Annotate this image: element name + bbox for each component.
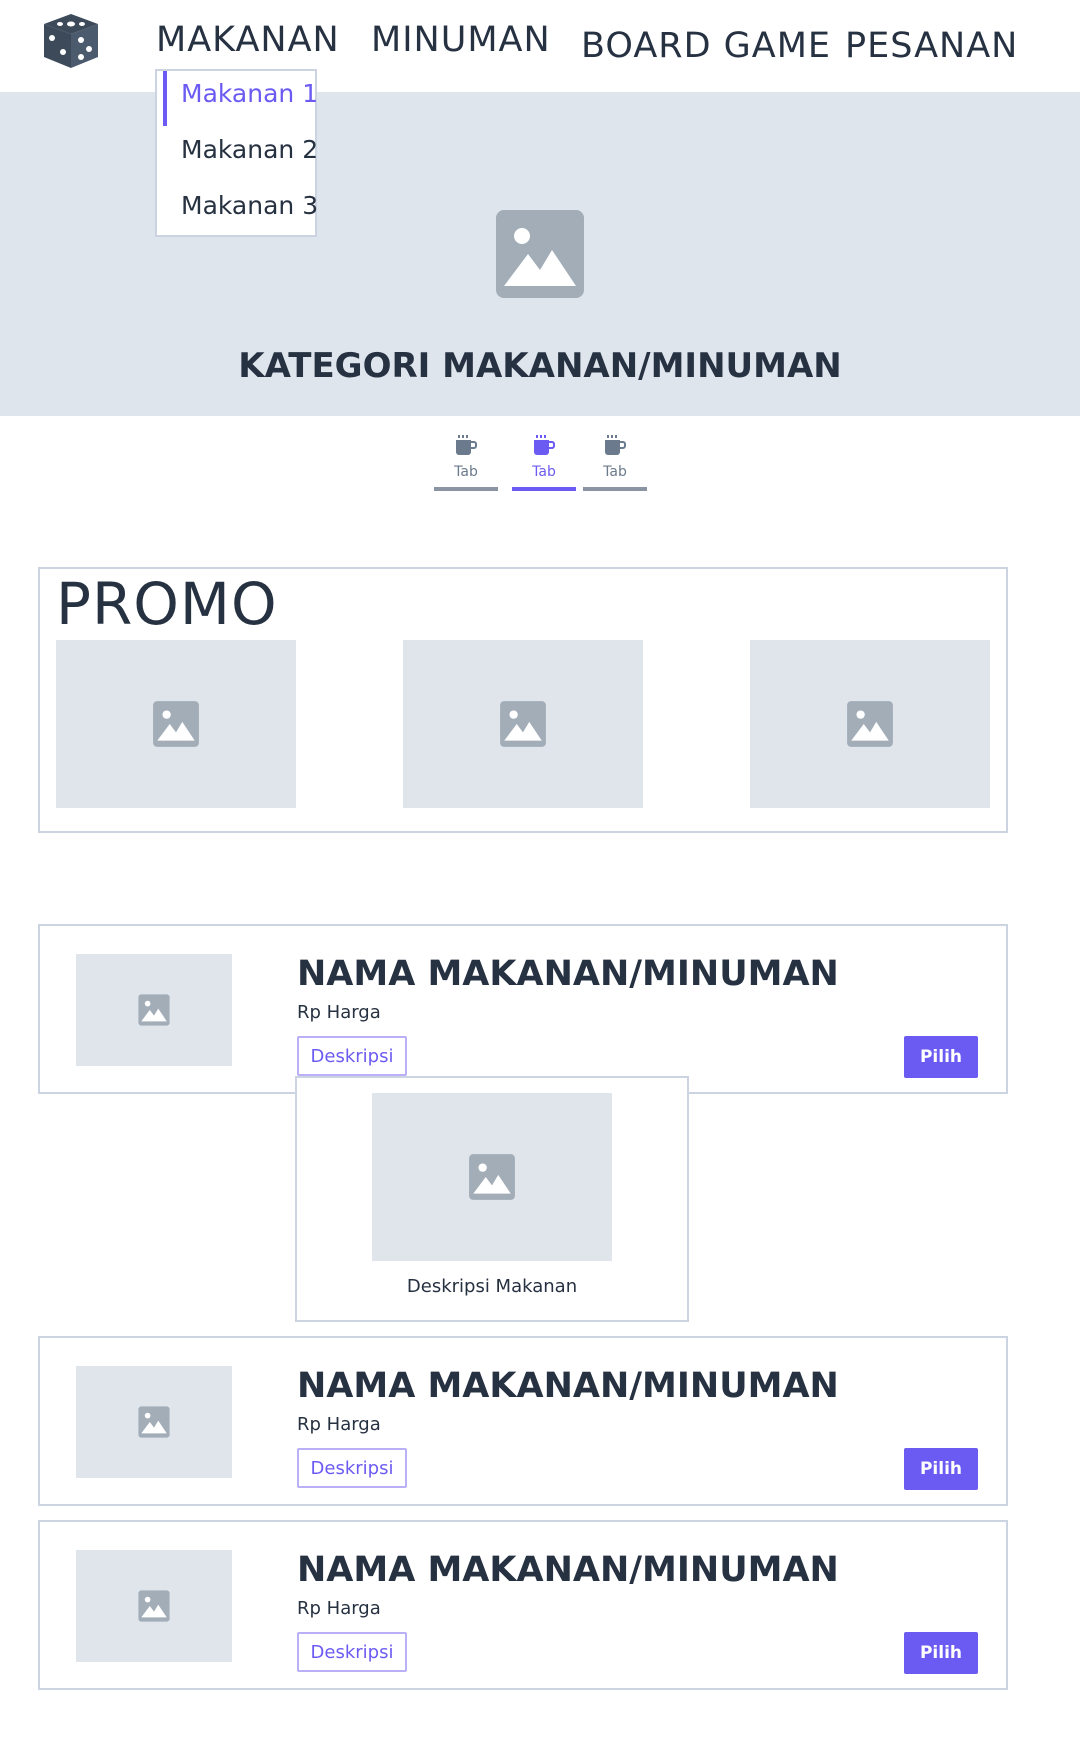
active-indicator xyxy=(163,71,167,126)
product-card: NAMA MAKANAN/MINUMAN Rp Harga Deskripsi … xyxy=(38,1520,1008,1690)
dice-logo-icon[interactable] xyxy=(40,12,102,70)
tab-label: Tab xyxy=(454,464,478,480)
image-placeholder-icon xyxy=(469,1154,515,1200)
product-name: NAMA MAKANAN/MINUMAN xyxy=(297,1366,839,1406)
product-card: NAMA MAKANAN/MINUMAN Rp Harga Deskripsi … xyxy=(38,1336,1008,1506)
coffee-cup-icon xyxy=(456,435,477,455)
dropdown-item-makanan-3[interactable]: Makanan 3 xyxy=(181,191,318,220)
description-button[interactable]: Deskripsi xyxy=(297,1448,407,1488)
makanan-dropdown-menu: Makanan 1 Makanan 2 Makanan 3 xyxy=(155,69,318,237)
promo-title: PROMO xyxy=(56,570,278,638)
promo-image-2[interactable] xyxy=(403,640,643,808)
product-price: Rp Harga xyxy=(297,1598,381,1619)
select-button[interactable]: Pilih xyxy=(904,1632,978,1674)
nav-board-game[interactable]: BOARD GAME xyxy=(581,26,831,66)
select-button[interactable]: Pilih xyxy=(904,1036,978,1078)
nav-pesanan[interactable]: PESANAN xyxy=(845,26,1018,66)
product-image xyxy=(76,1550,232,1662)
coffee-cup-icon xyxy=(534,435,555,455)
nav-minuman[interactable]: MINUMAN xyxy=(371,20,551,60)
promo-image-1[interactable] xyxy=(56,640,296,808)
description-text: Deskripsi Makanan xyxy=(406,1276,578,1297)
select-button[interactable]: Pilih xyxy=(904,1448,978,1490)
description-button[interactable]: Deskripsi xyxy=(297,1632,407,1672)
product-price: Rp Harga xyxy=(297,1002,381,1023)
promo-image-3[interactable] xyxy=(750,640,990,808)
tab-underline xyxy=(512,487,576,491)
image-placeholder-icon xyxy=(492,206,588,302)
tab-2[interactable]: Tab xyxy=(512,432,576,492)
product-name: NAMA MAKANAN/MINUMAN xyxy=(297,954,839,994)
image-placeholder-icon xyxy=(138,1406,170,1438)
product-image xyxy=(76,1366,232,1478)
tab-1[interactable]: Tab xyxy=(434,432,498,492)
description-image xyxy=(372,1093,612,1261)
image-placeholder-icon xyxy=(153,701,199,747)
tab-underline xyxy=(434,487,498,491)
description-button[interactable]: Deskripsi xyxy=(297,1036,407,1076)
product-name: NAMA MAKANAN/MINUMAN xyxy=(297,1550,839,1590)
product-card: NAMA MAKANAN/MINUMAN Rp Harga Deskripsi … xyxy=(38,924,1008,1094)
tab-3[interactable]: Tab xyxy=(583,432,647,492)
dropdown-item-makanan-2[interactable]: Makanan 2 xyxy=(181,135,318,164)
dropdown-item-makanan-1[interactable]: Makanan 1 xyxy=(181,79,318,108)
coffee-cup-icon xyxy=(605,435,626,455)
tab-underline xyxy=(583,487,647,491)
image-placeholder-icon xyxy=(138,1590,170,1622)
tab-label: Tab xyxy=(532,464,556,480)
product-price: Rp Harga xyxy=(297,1414,381,1435)
category-title: KATEGORI MAKANAN/MINUMAN xyxy=(238,346,842,386)
image-placeholder-icon xyxy=(500,701,546,747)
image-placeholder-icon xyxy=(847,701,893,747)
product-image xyxy=(76,954,232,1066)
nav-makanan[interactable]: MAKANAN xyxy=(156,20,340,60)
tab-label: Tab xyxy=(603,464,627,480)
image-placeholder-icon xyxy=(138,994,170,1026)
description-popup: Deskripsi Makanan xyxy=(295,1076,689,1322)
